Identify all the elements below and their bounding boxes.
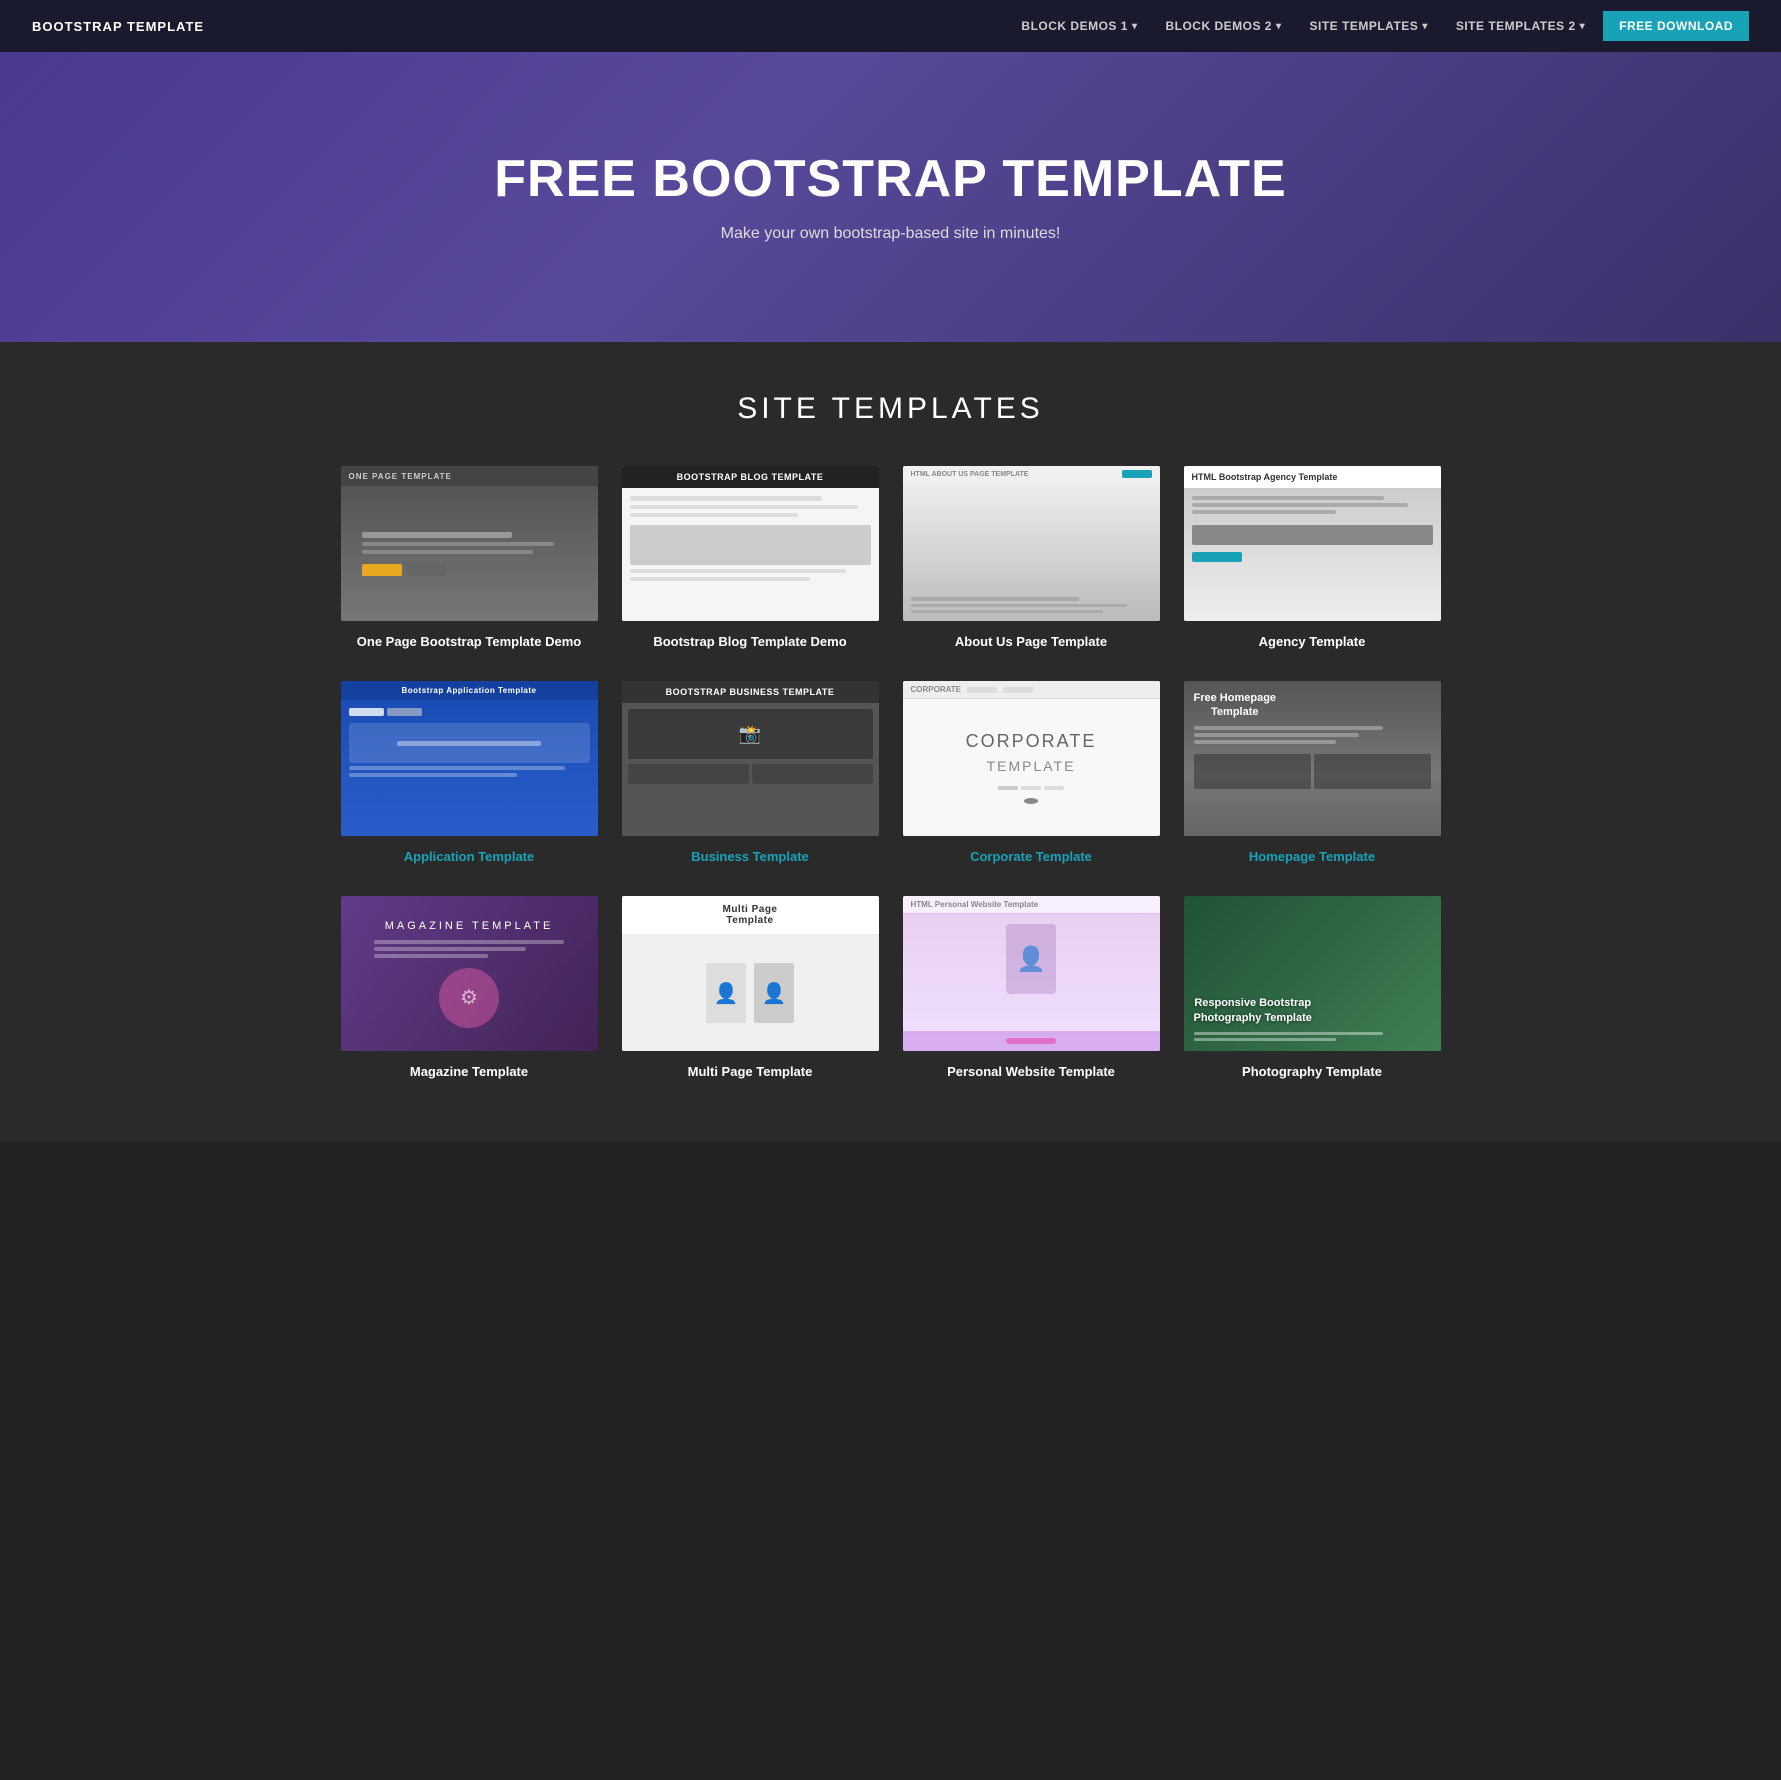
free-download-button[interactable]: FREE DOWNLOAD bbox=[1603, 11, 1749, 41]
template-label-magazine: Magazine Template bbox=[341, 1063, 598, 1081]
templates-grid-row3: MAGAZINE TEMPLATE ⚙ Magazine Template bbox=[341, 896, 1441, 1081]
chevron-down-icon: ▾ bbox=[1422, 21, 1428, 32]
hero-title: FREE BOOTSTRAP TEMPLATE bbox=[494, 151, 1286, 208]
template-label-blog: Bootstrap Blog Template Demo bbox=[622, 633, 879, 651]
hero-subtitle: Make your own bootstrap-based site in mi… bbox=[494, 225, 1286, 243]
template-thumb-homepage: Free HomepageTemplate bbox=[1184, 681, 1441, 836]
template-thumb-about: HTML ABOUT US PAGE TEMPLATE bbox=[903, 466, 1160, 621]
template-card-photography[interactable]: Responsive BootstrapPhotography Template… bbox=[1184, 896, 1441, 1081]
template-label-app: Application Template bbox=[341, 848, 598, 866]
template-label-homepage: Homepage Template bbox=[1184, 848, 1441, 866]
site-templates-section: SITE TEMPLATES ONE PAGE TEMPLATE bbox=[0, 342, 1781, 1142]
template-thumb-one-page: ONE PAGE TEMPLATE bbox=[341, 466, 598, 621]
template-thumb-corporate: CORPORATE Corporate Template bbox=[903, 681, 1160, 836]
template-card-app[interactable]: Bootstrap Application Template bbox=[341, 681, 598, 866]
template-thumb-photography: Responsive BootstrapPhotography Template bbox=[1184, 896, 1441, 1051]
template-label-about: About Us Page Template bbox=[903, 633, 1160, 651]
nav-links: BLOCK DEMOS 1 ▾ BLOCK DEMOS 2 ▾ SITE TEM… bbox=[1011, 11, 1749, 41]
template-label-photography: Photography Template bbox=[1184, 1063, 1441, 1081]
template-label-corporate: Corporate Template bbox=[903, 848, 1160, 866]
nav-block-demos-1[interactable]: BLOCK DEMOS 1 ▾ bbox=[1011, 13, 1147, 39]
template-label-multipage: Multi Page Template bbox=[622, 1063, 879, 1081]
hero-section: FREE BOOTSTRAP TEMPLATE Make your own bo… bbox=[0, 52, 1781, 342]
chevron-down-icon: ▾ bbox=[1580, 21, 1586, 32]
template-label-business: Business Template bbox=[622, 848, 879, 866]
template-thumb-business: Bootstrap Business Template 📸 bbox=[622, 681, 879, 836]
nav-site-templates[interactable]: SITE TEMPLATES ▾ bbox=[1300, 13, 1438, 39]
template-card-personal[interactable]: HTML Personal Website Template 👤 Persona… bbox=[903, 896, 1160, 1081]
template-thumb-multipage: Multi PageTemplate 👤 👤 bbox=[622, 896, 879, 1051]
nav-site-templates-2[interactable]: SITE TEMPLATES 2 ▾ bbox=[1446, 13, 1595, 39]
template-label-agency: Agency Template bbox=[1184, 633, 1441, 651]
template-card-one-page[interactable]: ONE PAGE TEMPLATE bbox=[341, 466, 598, 651]
template-card-homepage[interactable]: Free HomepageTemplate Homepage Template bbox=[1184, 681, 1441, 866]
templates-grid-row1: ONE PAGE TEMPLATE bbox=[341, 466, 1441, 651]
template-card-corporate[interactable]: CORPORATE Corporate Template bbox=[903, 681, 1160, 866]
template-thumb-magazine: MAGAZINE TEMPLATE ⚙ bbox=[341, 896, 598, 1051]
template-thumb-agency: HTML Bootstrap Agency Template bbox=[1184, 466, 1441, 621]
template-card-magazine[interactable]: MAGAZINE TEMPLATE ⚙ Magazine Template bbox=[341, 896, 598, 1081]
template-thumb-app: Bootstrap Application Template bbox=[341, 681, 598, 836]
navbar: BOOTSTRAP TEMPLATE BLOCK DEMOS 1 ▾ BLOCK… bbox=[0, 0, 1781, 52]
section-title: SITE TEMPLATES bbox=[20, 392, 1761, 426]
template-card-blog[interactable]: BOOTSTRAP BLOG TEMPLATE Bootstrap Blog T… bbox=[622, 466, 879, 651]
chevron-down-icon: ▾ bbox=[1132, 21, 1138, 32]
template-card-agency[interactable]: HTML Bootstrap Agency Template Agency Te… bbox=[1184, 466, 1441, 651]
template-thumb-blog: BOOTSTRAP BLOG TEMPLATE bbox=[622, 466, 879, 621]
template-label-personal: Personal Website Template bbox=[903, 1063, 1160, 1081]
chevron-down-icon: ▾ bbox=[1276, 21, 1282, 32]
hero-content: FREE BOOTSTRAP TEMPLATE Make your own bo… bbox=[494, 151, 1286, 242]
nav-block-demos-2[interactable]: BLOCK DEMOS 2 ▾ bbox=[1155, 13, 1291, 39]
brand-logo: BOOTSTRAP TEMPLATE bbox=[32, 19, 204, 34]
template-thumb-personal: HTML Personal Website Template 👤 bbox=[903, 896, 1160, 1051]
page-bottom bbox=[0, 1142, 1781, 1162]
template-card-business[interactable]: Bootstrap Business Template 📸 Business T… bbox=[622, 681, 879, 866]
templates-grid-row2: Bootstrap Application Template bbox=[341, 681, 1441, 866]
template-label-one-page: One Page Bootstrap Template Demo bbox=[341, 633, 598, 651]
template-card-about[interactable]: HTML ABOUT US PAGE TEMPLATE About Us Pag… bbox=[903, 466, 1160, 651]
template-card-multipage[interactable]: Multi PageTemplate 👤 👤 Mu bbox=[622, 896, 879, 1081]
